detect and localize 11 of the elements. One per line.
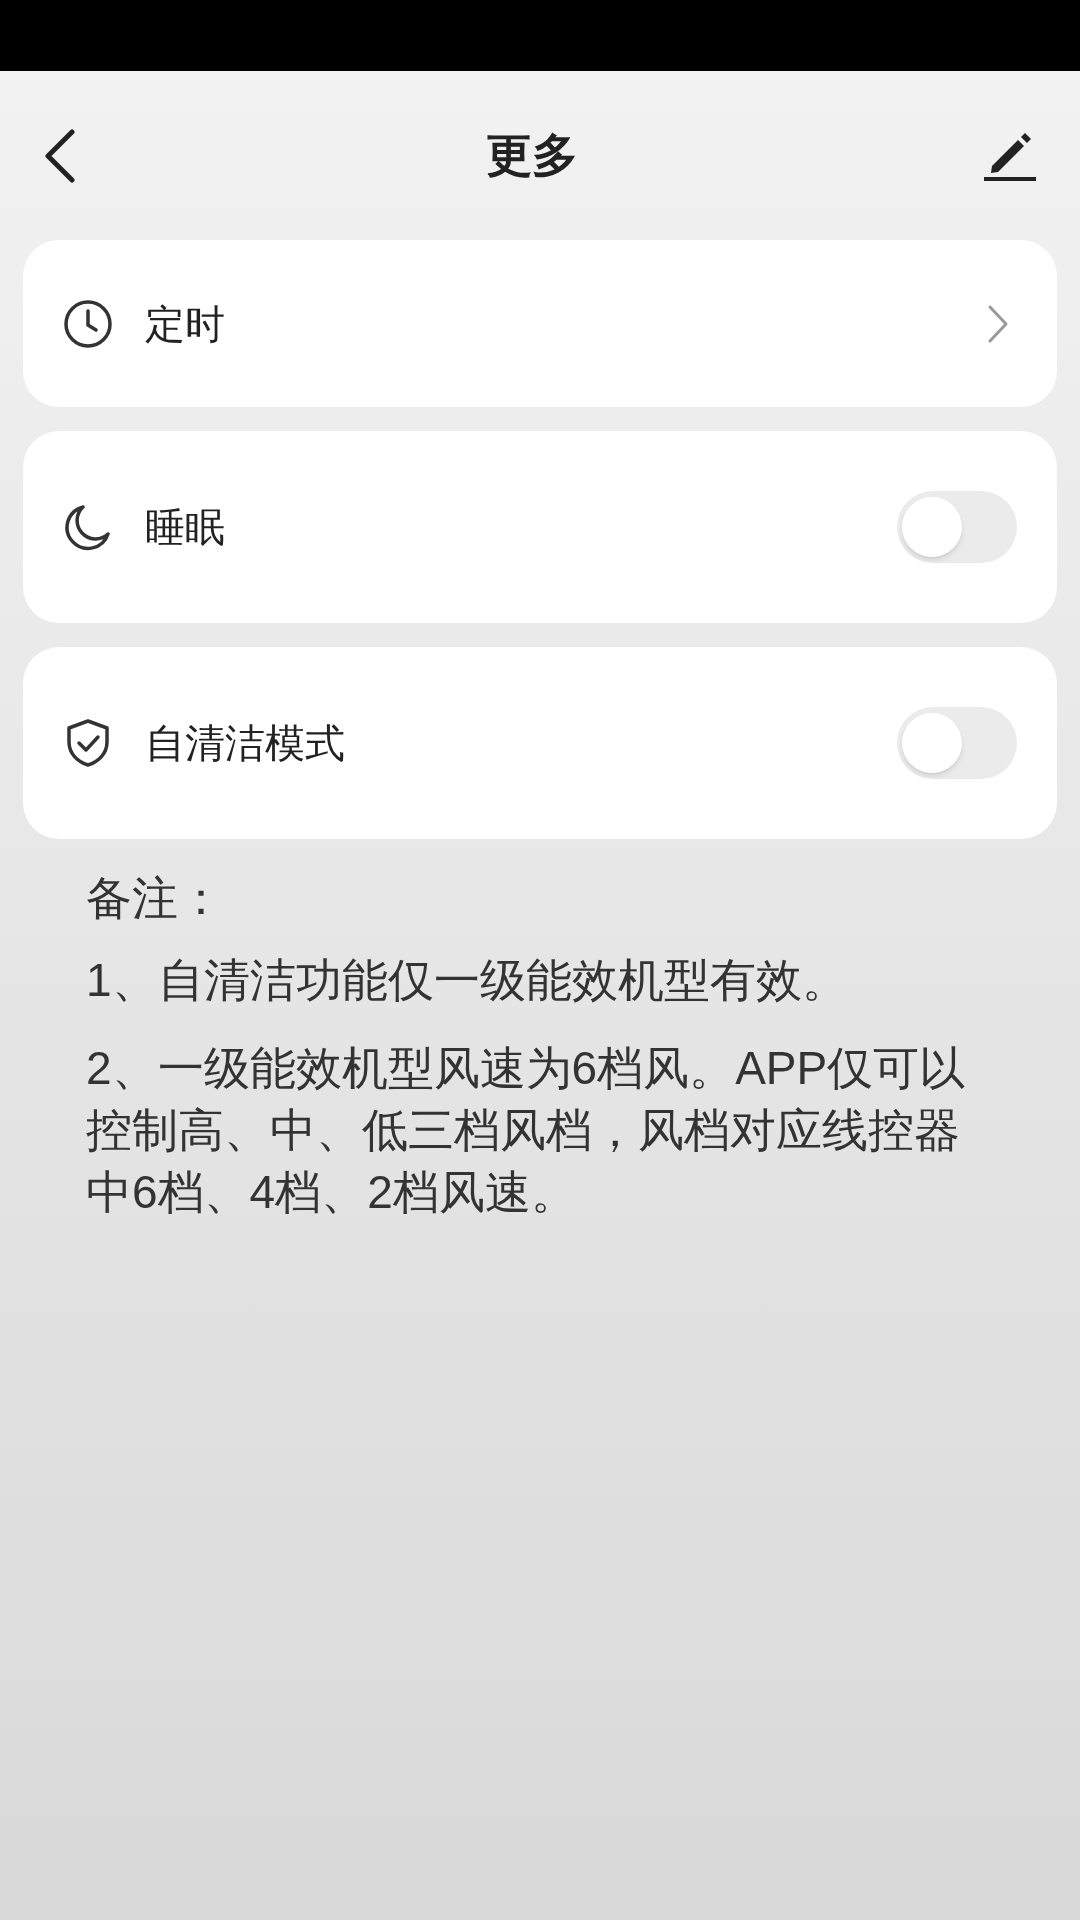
note-text: 1、自清洁功能仅一级能效机型有效。 — [86, 953, 849, 1008]
note-text: 2、一级能效机型风速为6档风。APP仅可以控制高、中、低三档风档，风档对应线控器中6档、4档、2档风速。 — [86, 1041, 967, 1220]
setting-label: 睡眠 — [145, 504, 226, 551]
setting-label: 自清洁模式 — [145, 720, 346, 767]
setting-card[interactable]: 定时 — [23, 240, 1057, 407]
clock-icon — [63, 298, 113, 349]
setting-label: 定时 — [145, 300, 226, 348]
notes-heading: 备注： — [86, 871, 225, 926]
moon-icon — [63, 502, 113, 552]
chevron-right-icon — [987, 303, 1009, 344]
page-title: 更多 — [486, 128, 578, 183]
